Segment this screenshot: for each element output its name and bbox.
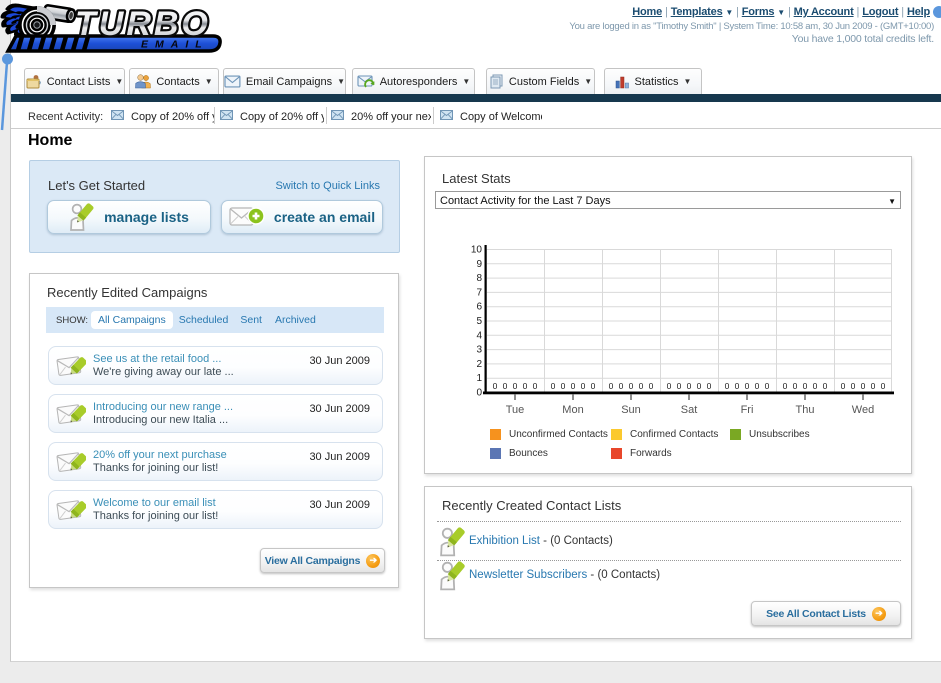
svg-text:Mon: Mon xyxy=(562,404,583,416)
svg-text:0: 0 xyxy=(793,381,798,391)
svg-text:0: 0 xyxy=(803,381,808,391)
svg-text:0: 0 xyxy=(745,381,750,391)
svg-text:Sat: Sat xyxy=(681,404,698,416)
svg-text:3: 3 xyxy=(476,345,482,356)
svg-text:9: 9 xyxy=(476,259,482,270)
svg-text:Tue: Tue xyxy=(506,404,525,416)
svg-text:0: 0 xyxy=(561,381,566,391)
svg-text:2: 2 xyxy=(476,359,482,370)
svg-text:0: 0 xyxy=(755,381,760,391)
svg-text:0: 0 xyxy=(735,381,740,391)
svg-text:0: 0 xyxy=(677,381,682,391)
svg-text:0: 0 xyxy=(881,381,886,391)
svg-text:6: 6 xyxy=(476,302,482,313)
svg-text:0: 0 xyxy=(823,381,828,391)
svg-text:1: 1 xyxy=(476,373,482,384)
svg-text:0: 0 xyxy=(649,381,654,391)
svg-text:0: 0 xyxy=(571,381,576,391)
svg-text:0: 0 xyxy=(707,381,712,391)
svg-text:0: 0 xyxy=(861,381,866,391)
svg-text:0: 0 xyxy=(639,381,644,391)
svg-text:7: 7 xyxy=(476,287,482,298)
svg-text:0: 0 xyxy=(619,381,624,391)
svg-text:0: 0 xyxy=(687,381,692,391)
svg-text:Wed: Wed xyxy=(852,404,874,416)
svg-text:4: 4 xyxy=(476,330,482,341)
svg-text:0: 0 xyxy=(871,381,876,391)
svg-text:0: 0 xyxy=(841,381,846,391)
svg-text:0: 0 xyxy=(513,381,518,391)
svg-text:0: 0 xyxy=(591,381,596,391)
svg-text:0: 0 xyxy=(667,381,672,391)
svg-text:0: 0 xyxy=(783,381,788,391)
svg-text:0: 0 xyxy=(609,381,614,391)
svg-text:Thu: Thu xyxy=(796,404,815,416)
svg-text:8: 8 xyxy=(476,273,482,284)
svg-text:10: 10 xyxy=(471,245,483,256)
svg-text:0: 0 xyxy=(851,381,856,391)
svg-text:0: 0 xyxy=(551,381,556,391)
svg-text:0: 0 xyxy=(581,381,586,391)
svg-text:0: 0 xyxy=(523,381,528,391)
svg-text:0: 0 xyxy=(725,381,730,391)
svg-text:Sun: Sun xyxy=(621,404,641,416)
svg-text:Fri: Fri xyxy=(741,404,754,416)
svg-text:0: 0 xyxy=(765,381,770,391)
svg-text:0: 0 xyxy=(813,381,818,391)
svg-text:TURBO: TURBO xyxy=(75,5,211,43)
svg-text:5: 5 xyxy=(476,316,482,327)
svg-text:0: 0 xyxy=(533,381,538,391)
svg-text:0: 0 xyxy=(476,388,482,399)
svg-text:0: 0 xyxy=(503,381,508,391)
svg-text:0: 0 xyxy=(493,381,498,391)
svg-text:0: 0 xyxy=(629,381,634,391)
svg-text:0: 0 xyxy=(697,381,702,391)
